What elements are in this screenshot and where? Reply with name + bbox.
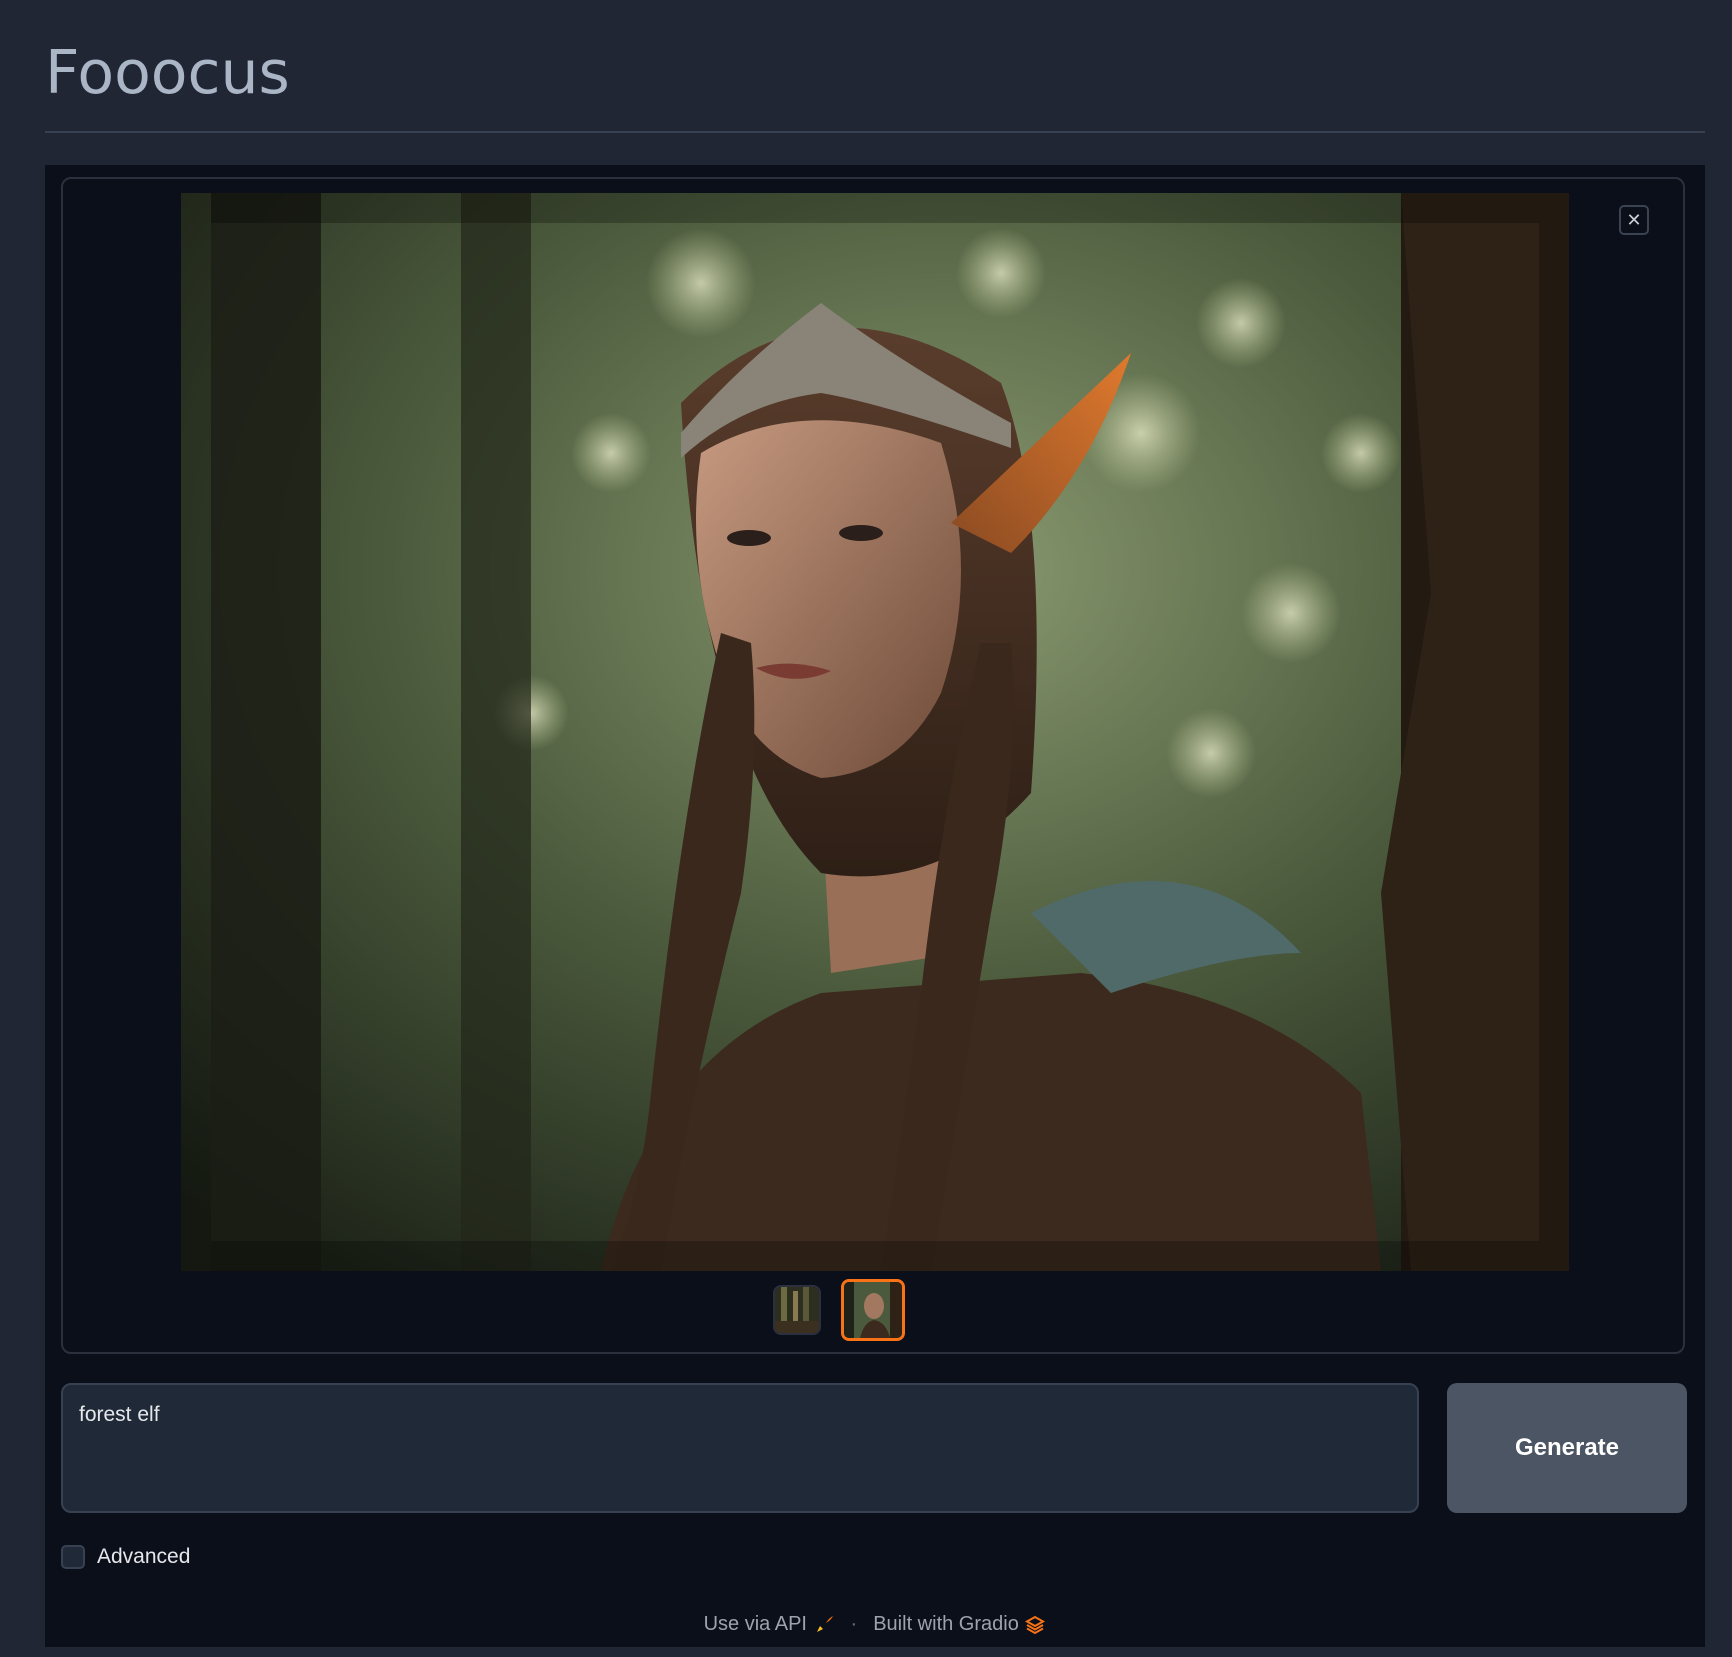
gallery-thumbnail-1[interactable] <box>773 1285 821 1335</box>
built-with-gradio-label: Built with Gradio <box>873 1613 1019 1635</box>
footer: Use via API · Built with Gradio <box>45 1613 1705 1636</box>
app-title: Fooocus <box>45 38 290 108</box>
image-gallery: ✕ <box>61 177 1685 1354</box>
built-with-gradio-link[interactable]: Built with Gradio <box>873 1613 1046 1636</box>
rocket-icon <box>816 1615 833 1632</box>
close-preview-button[interactable]: ✕ <box>1619 205 1649 235</box>
generate-button[interactable]: Generate <box>1447 1383 1687 1513</box>
advanced-label: Advanced <box>97 1545 191 1568</box>
prompt-input[interactable]: forest elf <box>61 1383 1419 1513</box>
advanced-option: Advanced <box>61 1545 190 1569</box>
elf-portrait-image <box>181 193 1569 1271</box>
close-icon: ✕ <box>1626 210 1642 230</box>
main-panel: ✕ forest elf Generate Advanced Use via A… <box>45 165 1705 1647</box>
thumbnail-image-1 <box>775 1287 819 1333</box>
generated-image-preview[interactable] <box>181 193 1569 1271</box>
advanced-checkbox[interactable] <box>61 1545 85 1569</box>
thumbnail-image-2 <box>844 1282 902 1338</box>
footer-separator: · <box>850 1613 858 1635</box>
fooocus-page: Fooocus ✕ forest elf Generate Advanced U… <box>0 0 1732 1657</box>
use-via-api-label: Use via API <box>703 1613 807 1635</box>
gradio-logo-icon <box>1025 1615 1046 1634</box>
title-divider <box>45 131 1705 133</box>
gallery-thumbnail-2-selected[interactable] <box>841 1279 905 1341</box>
prompt-text: forest elf <box>79 1403 160 1426</box>
use-via-api-link[interactable]: Use via API <box>704 1613 835 1636</box>
